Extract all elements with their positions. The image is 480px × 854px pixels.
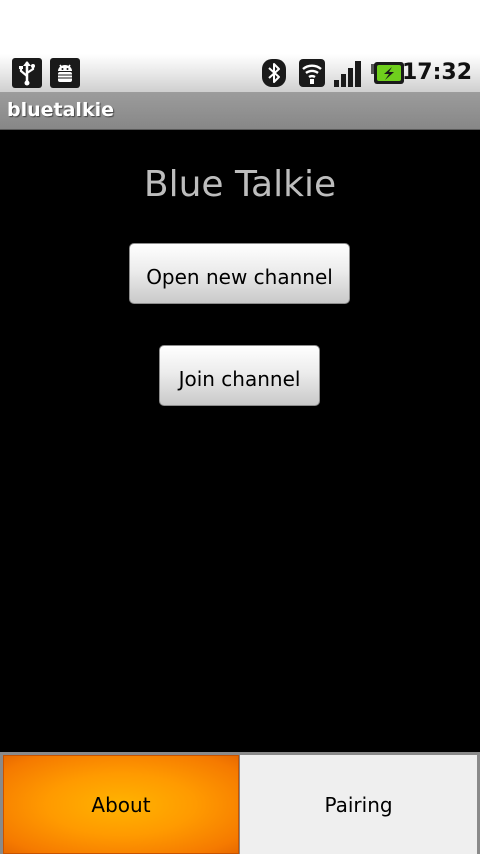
bluetooth-icon	[259, 58, 289, 88]
join-channel-button[interactable]: Join channel	[159, 345, 320, 406]
app-title-bar: bluetalkie	[0, 92, 480, 130]
signal-icon	[333, 58, 363, 88]
main-content: Blue Talkie Open new channel Join channe…	[0, 130, 480, 752]
usb-icon	[12, 58, 42, 88]
app-title: bluetalkie	[7, 99, 114, 121]
status-clock: 17:32	[401, 60, 472, 85]
wifi-icon	[297, 58, 327, 88]
android-debug-icon	[50, 58, 80, 88]
status-bar: 17:32	[0, 54, 480, 92]
page-heading: Blue Talkie	[143, 164, 337, 205]
open-new-channel-button[interactable]: Open new channel	[129, 243, 350, 304]
battery-charging-icon	[370, 58, 406, 88]
menu-item-pairing[interactable]: Pairing	[240, 755, 477, 854]
menu-item-about[interactable]: About	[3, 755, 239, 854]
options-menu: About Pairing	[0, 752, 480, 854]
top-blank-area	[0, 0, 480, 54]
